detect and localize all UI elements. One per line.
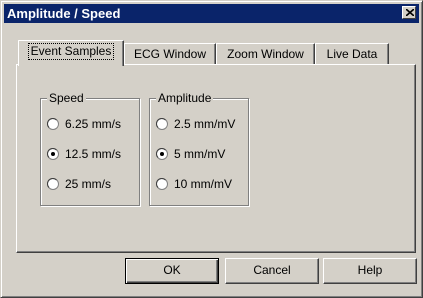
tab-live-data[interactable]: Live Data	[315, 43, 389, 64]
amplitude-option-label: 10 mm/mV	[174, 177, 233, 191]
dialog-window: Amplitude / Speed Event Samples ECG Wind…	[0, 0, 423, 298]
ok-button[interactable]: OK	[125, 258, 219, 284]
tab-live-data-label: Live Data	[326, 47, 378, 61]
speed-group-legend: Speed	[47, 91, 86, 105]
radio-unselected-icon[interactable]	[47, 118, 59, 130]
speed-option-label: 6.25 mm/s	[65, 117, 122, 131]
amplitude-option-label: 2.5 mm/mV	[174, 117, 236, 131]
close-button[interactable]	[402, 6, 416, 19]
radio-unselected-icon[interactable]	[156, 118, 168, 130]
tab-event-samples-label: Event Samples	[27, 43, 115, 60]
radio-unselected-icon[interactable]	[156, 178, 168, 190]
amplitude-group-legend: Amplitude	[156, 91, 214, 105]
tab-event-samples[interactable]: Event Samples	[18, 40, 124, 66]
tab-ecg-window-label: ECG Window	[133, 47, 207, 61]
tab-zoom-window[interactable]: Zoom Window	[216, 43, 315, 64]
tab-panel-event-samples: Speed 6.25 mm/s 12.5 mm/s 25 mm/s Amplit…	[16, 64, 416, 253]
speed-option-label: 12.5 mm/s	[65, 147, 122, 161]
amplitude-group: Amplitude 2.5 mm/mV 5 mm/mV 10 mm/mV	[149, 91, 249, 206]
radio-selected-icon[interactable]	[156, 148, 168, 160]
cancel-button[interactable]: Cancel	[225, 258, 319, 284]
speed-option-label: 25 mm/s	[65, 177, 112, 191]
close-icon	[406, 9, 414, 16]
title-bar[interactable]: Amplitude / Speed	[4, 4, 419, 23]
amplitude-option-label: 5 mm/mV	[174, 147, 226, 161]
speed-group: Speed 6.25 mm/s 12.5 mm/s 25 mm/s	[40, 91, 140, 206]
radio-unselected-icon[interactable]	[47, 178, 59, 190]
tab-ecg-window[interactable]: ECG Window	[124, 43, 216, 64]
tab-zoom-window-label: Zoom Window	[227, 47, 304, 61]
window-title: Amplitude / Speed	[7, 6, 121, 21]
radio-selected-icon[interactable]	[47, 148, 59, 160]
help-button[interactable]: Help	[323, 258, 417, 284]
